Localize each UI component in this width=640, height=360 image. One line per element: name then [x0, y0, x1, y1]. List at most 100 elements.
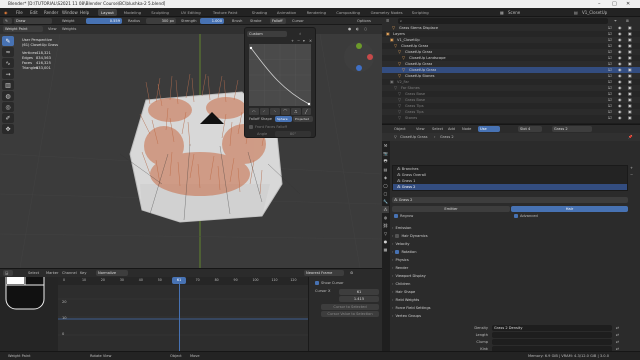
angle-field[interactable]: 80° — [275, 131, 311, 137]
average-icon[interactable]: ∿ — [2, 58, 14, 68]
playhead-line[interactable] — [179, 277, 180, 351]
menu-window[interactable]: Window — [62, 10, 78, 15]
curve-preset-3-icon[interactable]: ◝ — [270, 108, 280, 115]
view-layer-name[interactable]: V1_ClosetUp — [582, 10, 607, 15]
panel-physics[interactable]: › Physics — [392, 257, 638, 263]
radius-field[interactable]: 300 px — [146, 18, 176, 24]
material-icon[interactable]: ● — [382, 238, 389, 245]
view-layer-icon[interactable]: ▤ — [382, 166, 389, 173]
swap-icon[interactable]: ⇄ — [616, 332, 619, 338]
type-emitter-button[interactable]: Emitter — [392, 206, 510, 212]
tab-shading[interactable]: Shading — [249, 9, 270, 16]
brush-name-field[interactable]: Draw — [14, 18, 52, 24]
falloff-projected-button[interactable]: Projected — [293, 116, 313, 122]
transform-icon[interactable]: ✥ — [2, 124, 14, 134]
panel-field-weights[interactable]: › Field Weights — [392, 297, 638, 303]
curve-preset-4-icon[interactable]: ⌒ — [280, 108, 290, 115]
curve-preset-6-icon[interactable]: ╱ — [301, 108, 311, 115]
panel-force-field-settings[interactable]: › Force Field Settings — [392, 305, 638, 311]
view-menu[interactable]: View — [48, 26, 57, 32]
cursor-value-to-selection-button[interactable]: Cursor Value to Selection — [321, 311, 379, 317]
front-faces-falloff-label[interactable]: Front Faces Falloff — [249, 124, 287, 130]
normalize-toggle[interactable]: Normalize — [96, 270, 128, 276]
menu-file[interactable]: File — [16, 10, 23, 15]
curve-preset-2-icon[interactable]: ◜ — [259, 108, 269, 115]
outliner-row[interactable]: ▽ Stones ☑ ◉ ▣ — [382, 115, 640, 121]
eye-icon[interactable]: ◉ — [618, 115, 622, 121]
panel-emission[interactable]: › Emission — [392, 225, 638, 231]
falloff-menu[interactable]: Falloff — [270, 18, 286, 24]
prop-menu-add[interactable]: Add — [448, 126, 455, 132]
tab-sculpting[interactable]: Sculpting — [148, 9, 172, 16]
tab-texture-paint[interactable]: Texture Paint — [210, 9, 241, 16]
tab-animation[interactable]: Animation — [274, 9, 299, 16]
prop-menu-select[interactable]: Select — [432, 126, 443, 132]
swap-icon[interactable]: ⇄ — [616, 339, 619, 345]
cursor-y-field[interactable]: 1.415 — [339, 296, 379, 302]
weights-menu[interactable]: Weights — [62, 26, 76, 32]
scene-icon[interactable]: ◈ — [382, 174, 389, 181]
output-icon[interactable]: 🖶 — [382, 158, 389, 165]
vgroup-field-length[interactable] — [492, 332, 612, 338]
tab-uv-editing[interactable]: UV Editing — [178, 9, 204, 16]
options-menu[interactable]: Options — [357, 18, 371, 24]
panel-hair-shape[interactable]: › Hair Shape — [392, 289, 638, 295]
tab-modeling[interactable]: Modeling — [121, 9, 144, 16]
prop-menu-view[interactable]: View — [416, 126, 425, 132]
checkbox-icon[interactable]: ☑ — [608, 115, 612, 121]
swap-icon[interactable]: ⇄ — [616, 325, 619, 331]
editor-type-icon[interactable]: ◲ — [3, 270, 13, 276]
mode-selector[interactable]: Weight Paint — [3, 26, 43, 32]
sample-weight-icon[interactable]: ◍ — [2, 91, 14, 101]
gradient-icon[interactable]: ▥ — [2, 80, 14, 90]
graph-menu-key[interactable]: Key — [80, 270, 87, 276]
cursor-to-selected-button[interactable]: Cursor to Selected — [321, 304, 379, 310]
current-frame-indicator[interactable]: 61 — [172, 277, 186, 284]
graph-menu-marker[interactable]: Marker — [46, 270, 58, 276]
curve-preset-5-icon[interactable]: ⎍ — [291, 108, 301, 115]
outliner-search-input[interactable]: ⌕ — [398, 18, 608, 24]
blender-logo-icon[interactable]: ◉ — [4, 10, 8, 15]
panel-velocity[interactable]: › Velocity — [392, 241, 638, 247]
graph-settings-icon[interactable]: ⚙ — [350, 270, 353, 276]
shading-material-icon[interactable]: ◐ — [356, 26, 359, 32]
blur-icon[interactable]: ≈ — [2, 47, 14, 57]
graph-menu-select[interactable]: Select — [28, 270, 39, 276]
tab-geometry-nodes[interactable]: Geometry Nodes — [368, 9, 406, 16]
object-icon[interactable]: ▢ — [382, 190, 389, 197]
panel-children[interactable]: › Children — [392, 281, 638, 287]
tool-icon[interactable]: ⚒ — [382, 142, 389, 149]
annotate-icon[interactable]: ✐ — [2, 113, 14, 123]
advanced-checkbox[interactable]: Advanced — [514, 213, 538, 219]
panel-checkbox[interactable] — [395, 250, 400, 254]
3d-viewport[interactable]: ✎ ≈ ∿ ⇝ ▥ ◍ ◎ ✐ ✥ User Perspective (61) ClosetUp… — [0, 34, 382, 268]
particle-list-item[interactable]: ⁂ Grass 2 — [393, 184, 627, 190]
slot-dropdown[interactable]: Slot 4 — [518, 126, 542, 132]
pin-icon[interactable]: 📌 — [628, 134, 632, 140]
material-dropdown[interactable]: Grass 2 — [552, 126, 592, 132]
panel-viewport-display[interactable]: › Viewport Display — [392, 273, 638, 279]
menu-edit[interactable]: Edit — [30, 10, 38, 15]
render-icon[interactable]: 📷 — [382, 150, 389, 157]
minimize-icon[interactable]: – — [598, 1, 601, 7]
cursor-x-field[interactable]: 61 — [339, 289, 379, 295]
tab-rendering[interactable]: Rendering — [304, 9, 329, 16]
texture-icon[interactable]: ▦ — [382, 246, 389, 253]
regrow-checkbox[interactable]: Regrow — [394, 213, 413, 219]
graph-editor[interactable]: 0 10 20 30 40 50 70 80 90 100 110 120 61 20 10 0 Sh… — [0, 277, 382, 351]
graph-menu-channel[interactable]: Channel — [62, 270, 77, 276]
physics-icon[interactable]: ◍ — [382, 214, 389, 221]
shading-solid-icon[interactable]: ● — [348, 26, 351, 32]
close-icon[interactable]: ✕ — [626, 1, 630, 7]
add-particle-icon[interactable]: + — [630, 165, 633, 171]
stroke-menu[interactable]: Stroke — [250, 18, 261, 24]
panel-rotation[interactable]: › Rotation — [392, 249, 638, 255]
panel-vertex-groups[interactable]: › Vertex Groups — [392, 313, 638, 319]
panel-render[interactable]: › Render — [392, 265, 638, 271]
navigation-gizmo[interactable] — [342, 40, 376, 74]
smear-icon[interactable]: ⇝ — [2, 69, 14, 79]
new-collection-icon[interactable]: ⊞ — [626, 18, 629, 24]
tab-layout[interactable]: Layout — [98, 9, 117, 16]
weight-field[interactable]: 0.559 — [86, 18, 122, 24]
panel-checkbox[interactable] — [395, 234, 400, 238]
